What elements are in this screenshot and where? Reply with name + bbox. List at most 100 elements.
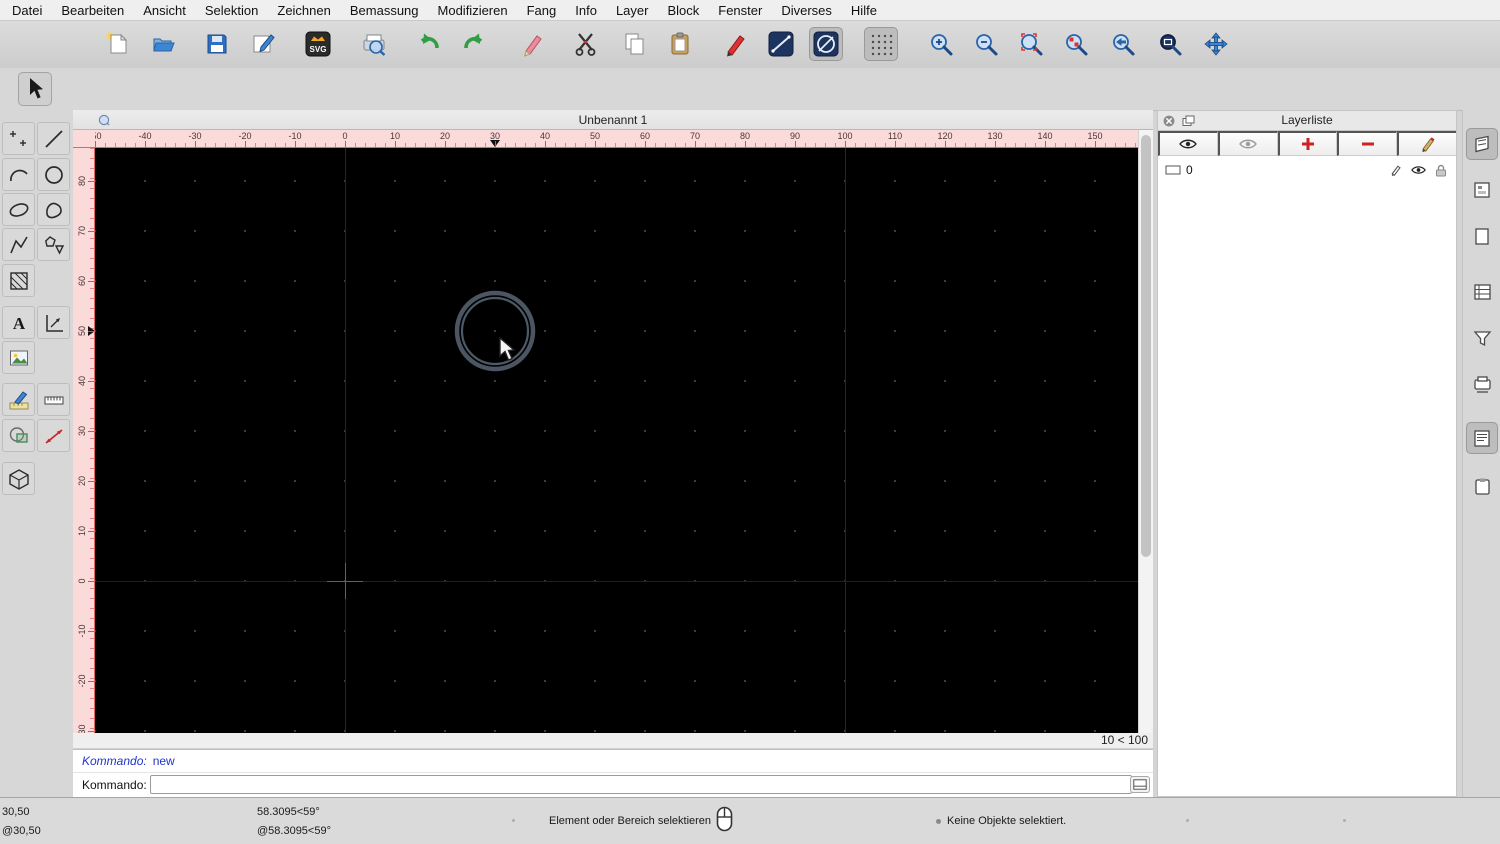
- image-tool-button[interactable]: [2, 341, 35, 374]
- vertical-scrollbar-thumb[interactable]: [1141, 135, 1151, 557]
- new-document-button[interactable]: [100, 27, 134, 61]
- ruler-tick: [845, 141, 846, 147]
- ruler-left-label: -30: [77, 724, 87, 734]
- menu-modifizieren[interactable]: Modifizieren: [438, 3, 508, 18]
- text-tool-button[interactable]: A: [2, 306, 35, 339]
- layer-edit-icon[interactable]: [1390, 164, 1402, 176]
- polygon-tool-button[interactable]: [37, 228, 70, 261]
- menu-bemassung[interactable]: Bemassung: [350, 3, 419, 18]
- menu-fang[interactable]: Fang: [527, 3, 557, 18]
- scissors-icon: [575, 33, 596, 56]
- solid-tool-button[interactable]: [2, 462, 35, 495]
- edit-layer-button[interactable]: [1397, 131, 1456, 156]
- clipboard-panel-toggle[interactable]: [1466, 470, 1498, 502]
- command-options-button[interactable]: [1130, 776, 1150, 793]
- ruler-tick: [345, 141, 346, 147]
- measure-tool-button[interactable]: [2, 383, 35, 416]
- zoom-redraw-button[interactable]: [1059, 27, 1093, 61]
- zoom-out-icon: [976, 34, 998, 56]
- arc-tool-button[interactable]: [2, 158, 35, 191]
- add-layer-button[interactable]: [1277, 131, 1338, 156]
- grid-toggle-button[interactable]: [864, 27, 898, 61]
- vertical-scrollbar[interactable]: [1138, 130, 1153, 733]
- separator-dot: [1186, 819, 1189, 822]
- origin-crosshair: [327, 563, 363, 599]
- polyline-tool-button[interactable]: [2, 228, 35, 261]
- ellipse-tool-button[interactable]: [2, 193, 35, 226]
- layer-panel-header: Layerliste: [1158, 111, 1456, 131]
- ruler-tick: [88, 731, 94, 732]
- save-as-button[interactable]: [247, 27, 281, 61]
- cut-button[interactable]: [569, 27, 603, 61]
- menu-diverses[interactable]: Diverses: [781, 3, 832, 18]
- plus-icon: [1301, 138, 1314, 150]
- menu-bearbeiten[interactable]: Bearbeiten: [61, 3, 124, 18]
- erase-button[interactable]: [516, 27, 550, 61]
- ruler-top-label: 100: [837, 131, 853, 141]
- view-list-toggle[interactable]: [1466, 276, 1498, 308]
- horizontal-scroll-strip[interactable]: 10 < 100: [73, 733, 1153, 749]
- points-tool-button[interactable]: [2, 122, 35, 155]
- menu-ansicht[interactable]: Ansicht: [143, 3, 186, 18]
- drawn-circle[interactable]: [445, 281, 545, 381]
- paste-button[interactable]: [664, 27, 698, 61]
- menu-hilfe[interactable]: Hilfe: [851, 3, 877, 18]
- ruler-top-label: 90: [789, 131, 801, 141]
- hatch-tool-button[interactable]: [2, 264, 35, 297]
- measure-distance-tool-button[interactable]: [37, 419, 70, 452]
- remove-layer-button[interactable]: [1337, 131, 1398, 156]
- svg-text:A: A: [12, 314, 25, 333]
- grid-major-vline-0: [345, 148, 346, 733]
- command-line-toggle[interactable]: [1466, 422, 1498, 454]
- circle-attributes-button[interactable]: [809, 27, 843, 61]
- menu-layer[interactable]: Layer: [616, 3, 649, 18]
- detach-panel-button[interactable]: [1181, 114, 1195, 128]
- line-tool-button[interactable]: [37, 122, 70, 155]
- absolute-polar: 58.3095<59°: [257, 806, 320, 818]
- pan-button[interactable]: [1199, 27, 1233, 61]
- open-file-button[interactable]: [147, 27, 181, 61]
- info-area-tool-button[interactable]: [2, 419, 35, 452]
- circle-tool-button[interactable]: [37, 158, 70, 191]
- zoom-window-button[interactable]: [1153, 27, 1187, 61]
- selection-pointer-button[interactable]: [18, 72, 52, 106]
- selection-filter-toggle[interactable]: [1466, 322, 1498, 354]
- layer-list-toggle[interactable]: [1466, 174, 1498, 206]
- line-attributes-button[interactable]: [764, 27, 798, 61]
- ruler-tool-button[interactable]: [37, 383, 70, 416]
- layer-visibility-icon[interactable]: [1411, 165, 1426, 175]
- undo-button[interactable]: [412, 27, 446, 61]
- show-all-layers-button[interactable]: [1158, 131, 1218, 156]
- copy-button[interactable]: [618, 27, 652, 61]
- block-list-toggle[interactable]: [1466, 220, 1498, 252]
- redo-button[interactable]: [457, 27, 491, 61]
- zoom-previous-button[interactable]: [1106, 27, 1140, 61]
- menu-selektion[interactable]: Selektion: [205, 3, 258, 18]
- menu-zeichnen[interactable]: Zeichnen: [277, 3, 330, 18]
- svg-export-button[interactable]: SVG: [301, 27, 335, 61]
- property-editor-toggle[interactable]: [1466, 128, 1498, 160]
- zoom-out-button[interactable]: [969, 27, 1003, 61]
- dimension-tool-button[interactable]: [37, 306, 70, 339]
- menu-datei[interactable]: Datei: [12, 3, 42, 18]
- zoom-in-button[interactable]: [924, 27, 958, 61]
- pen-attributes-button[interactable]: [719, 27, 753, 61]
- ruler-tick: [195, 141, 196, 147]
- save-button[interactable]: [200, 27, 234, 61]
- command-input[interactable]: [150, 775, 1132, 794]
- ruler-top-label: 40: [539, 131, 551, 141]
- menu-info[interactable]: Info: [575, 3, 597, 18]
- show-active-layer-button[interactable]: [1217, 131, 1278, 156]
- menu-block[interactable]: Block: [667, 3, 699, 18]
- close-panel-button[interactable]: [1162, 114, 1176, 128]
- ruler-tick: [88, 681, 94, 682]
- drawing-canvas[interactable]: [95, 148, 1138, 733]
- list-icon: [1474, 284, 1491, 300]
- print-preview-button[interactable]: [357, 27, 391, 61]
- spline-tool-button[interactable]: [37, 193, 70, 226]
- layer-lock-icon[interactable]: [1435, 164, 1447, 177]
- menu-fenster[interactable]: Fenster: [718, 3, 762, 18]
- layer-row[interactable]: 0: [1158, 160, 1456, 180]
- library-browser-toggle[interactable]: [1466, 368, 1498, 400]
- auto-zoom-button[interactable]: [1014, 27, 1048, 61]
